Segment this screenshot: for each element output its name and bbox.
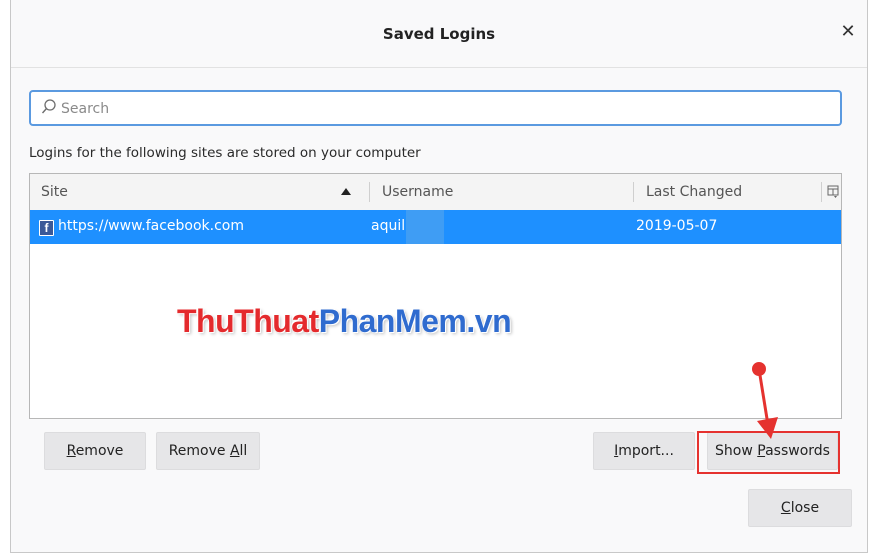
row-username: aquil (371, 218, 406, 234)
column-header-site[interactable]: Site (41, 174, 68, 210)
column-picker-icon[interactable] (827, 185, 839, 199)
close-button[interactable]: Close (748, 489, 852, 527)
column-header-username[interactable]: Username (382, 174, 453, 210)
dialog-title: Saved Logins (382, 25, 496, 43)
watermark: ThuThuatPhanMem.vn (177, 303, 512, 340)
column-header-last-changed[interactable]: Last Changed (646, 174, 742, 210)
table-header: Site Username Last Changed (30, 174, 841, 211)
annotation-arrow (752, 362, 778, 439)
column-divider[interactable] (369, 182, 370, 202)
logins-table: Site Username Last Changed f https://www… (29, 173, 842, 419)
watermark-part3: .vn (466, 303, 512, 339)
info-text: Logins for the following sites are store… (29, 145, 421, 161)
import-button[interactable]: Import... (593, 432, 695, 470)
close-icon[interactable]: ✕ (837, 20, 859, 44)
facebook-icon: f (39, 220, 54, 236)
sort-ascending-icon (341, 188, 351, 195)
remove-button[interactable]: Remove (44, 432, 146, 470)
remove-all-button[interactable]: Remove All (156, 432, 260, 470)
watermark-part1: ThuThuat (177, 303, 319, 339)
row-site: https://www.facebook.com (58, 218, 244, 234)
table-row[interactable]: f https://www.facebook.com aquil 2019-05… (30, 210, 841, 244)
search-icon (41, 99, 56, 114)
watermark-part2: PhanMem (318, 303, 467, 339)
row-last-changed: 2019-05-07 (636, 218, 718, 234)
search-input[interactable] (59, 96, 833, 122)
search-field[interactable] (29, 90, 842, 126)
username-redaction (406, 210, 444, 244)
title-bar: Saved Logins ✕ (11, 0, 867, 68)
column-divider (821, 182, 822, 202)
column-divider[interactable] (633, 182, 634, 202)
